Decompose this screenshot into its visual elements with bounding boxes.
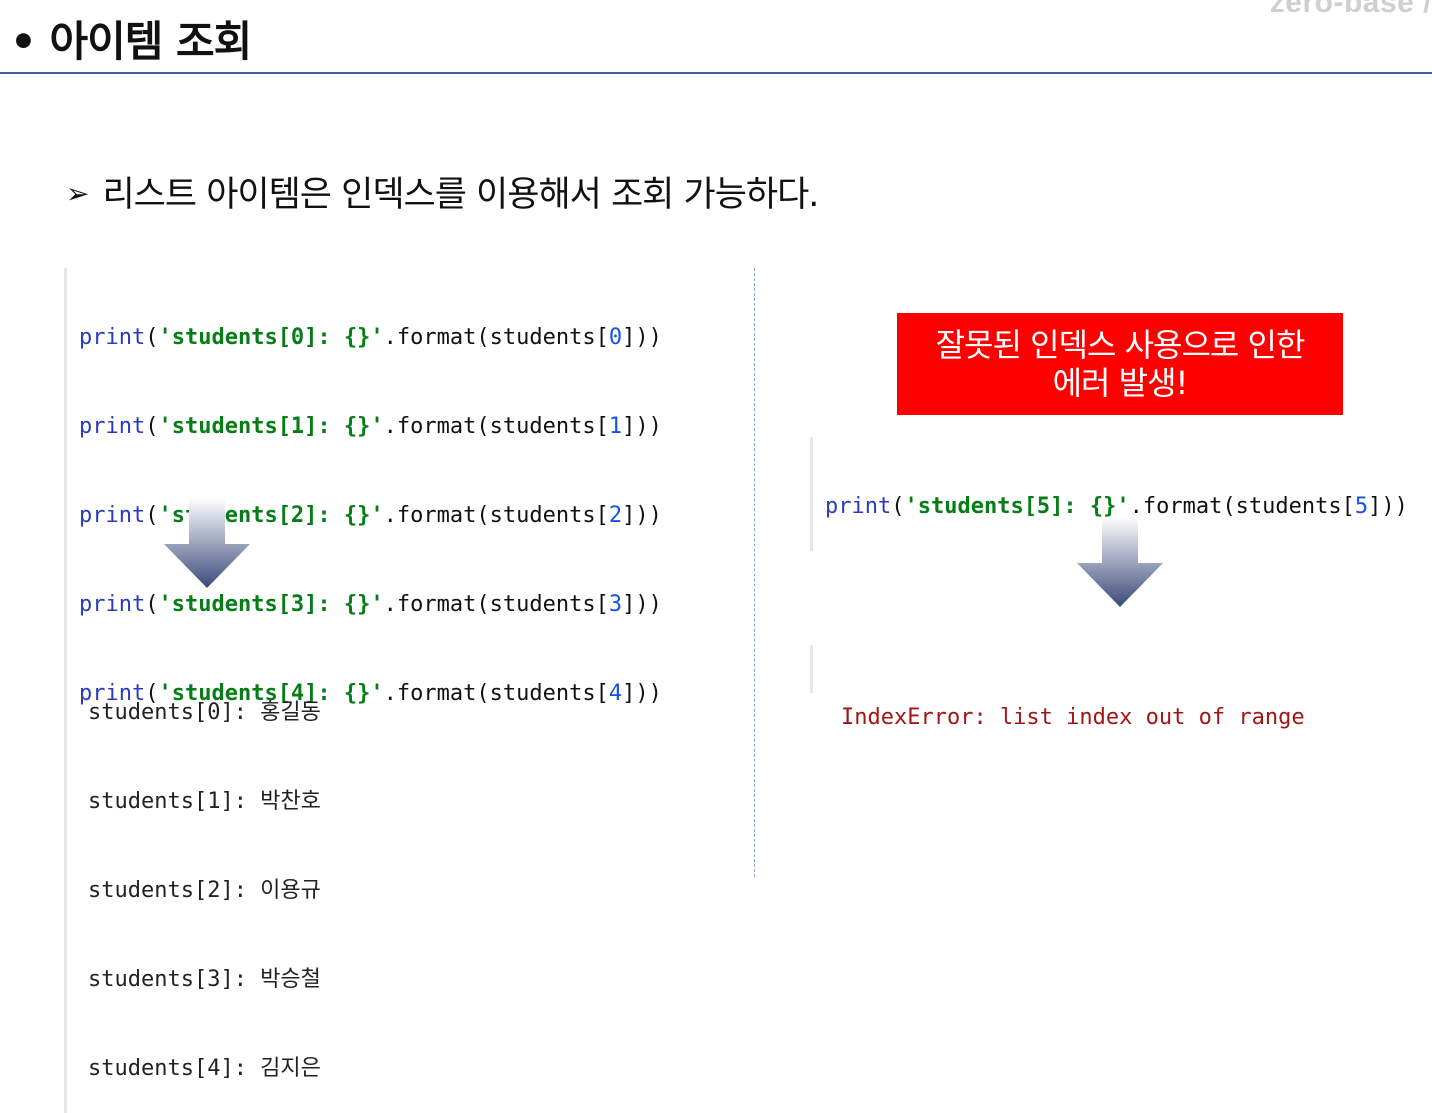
code-line: print('students[3]: {}'.format(students[… <box>79 592 662 617</box>
output-line: students[3]: 박승철 <box>88 967 321 992</box>
subtitle: ➢ 리스트 아이템은 인덱스를 이용해서 조회 가능하다. <box>66 166 819 217</box>
down-arrow-icon <box>1077 517 1163 607</box>
subtitle-text: 리스트 아이템은 인덱스를 이용해서 조회 가능하다. <box>102 175 819 215</box>
output-line: students[1]: 박찬호 <box>88 789 321 814</box>
down-arrow-icon <box>164 498 250 588</box>
column-divider <box>754 268 755 877</box>
output-line: students[4]: 김지은 <box>88 1056 321 1081</box>
bullet-arrow-icon: ➢ <box>66 177 89 210</box>
code-line: print('students[0]: {}'.format(students[… <box>79 325 662 350</box>
left-output-block: students[0]: 홍길동 students[1]: 박찬호 studen… <box>64 643 321 1113</box>
error-message: IndexError: list index out of range <box>841 705 1305 730</box>
title-divider <box>0 72 1432 74</box>
page-title: • 아이템 조회 <box>10 17 252 66</box>
right-output-block: IndexError: list index out of range <box>810 645 1305 730</box>
error-callout: 잘못된 인덱스 사용으로 인한 에러 발생! <box>897 313 1343 415</box>
callout-line: 잘못된 인덱스 사용으로 인한 <box>935 326 1306 364</box>
brand-logo: zero-base / <box>1269 0 1432 19</box>
output-line: students[0]: 홍길동 <box>88 700 321 725</box>
code-line: print('students[1]: {}'.format(students[… <box>79 414 662 439</box>
callout-line: 에러 발생! <box>1052 364 1189 402</box>
